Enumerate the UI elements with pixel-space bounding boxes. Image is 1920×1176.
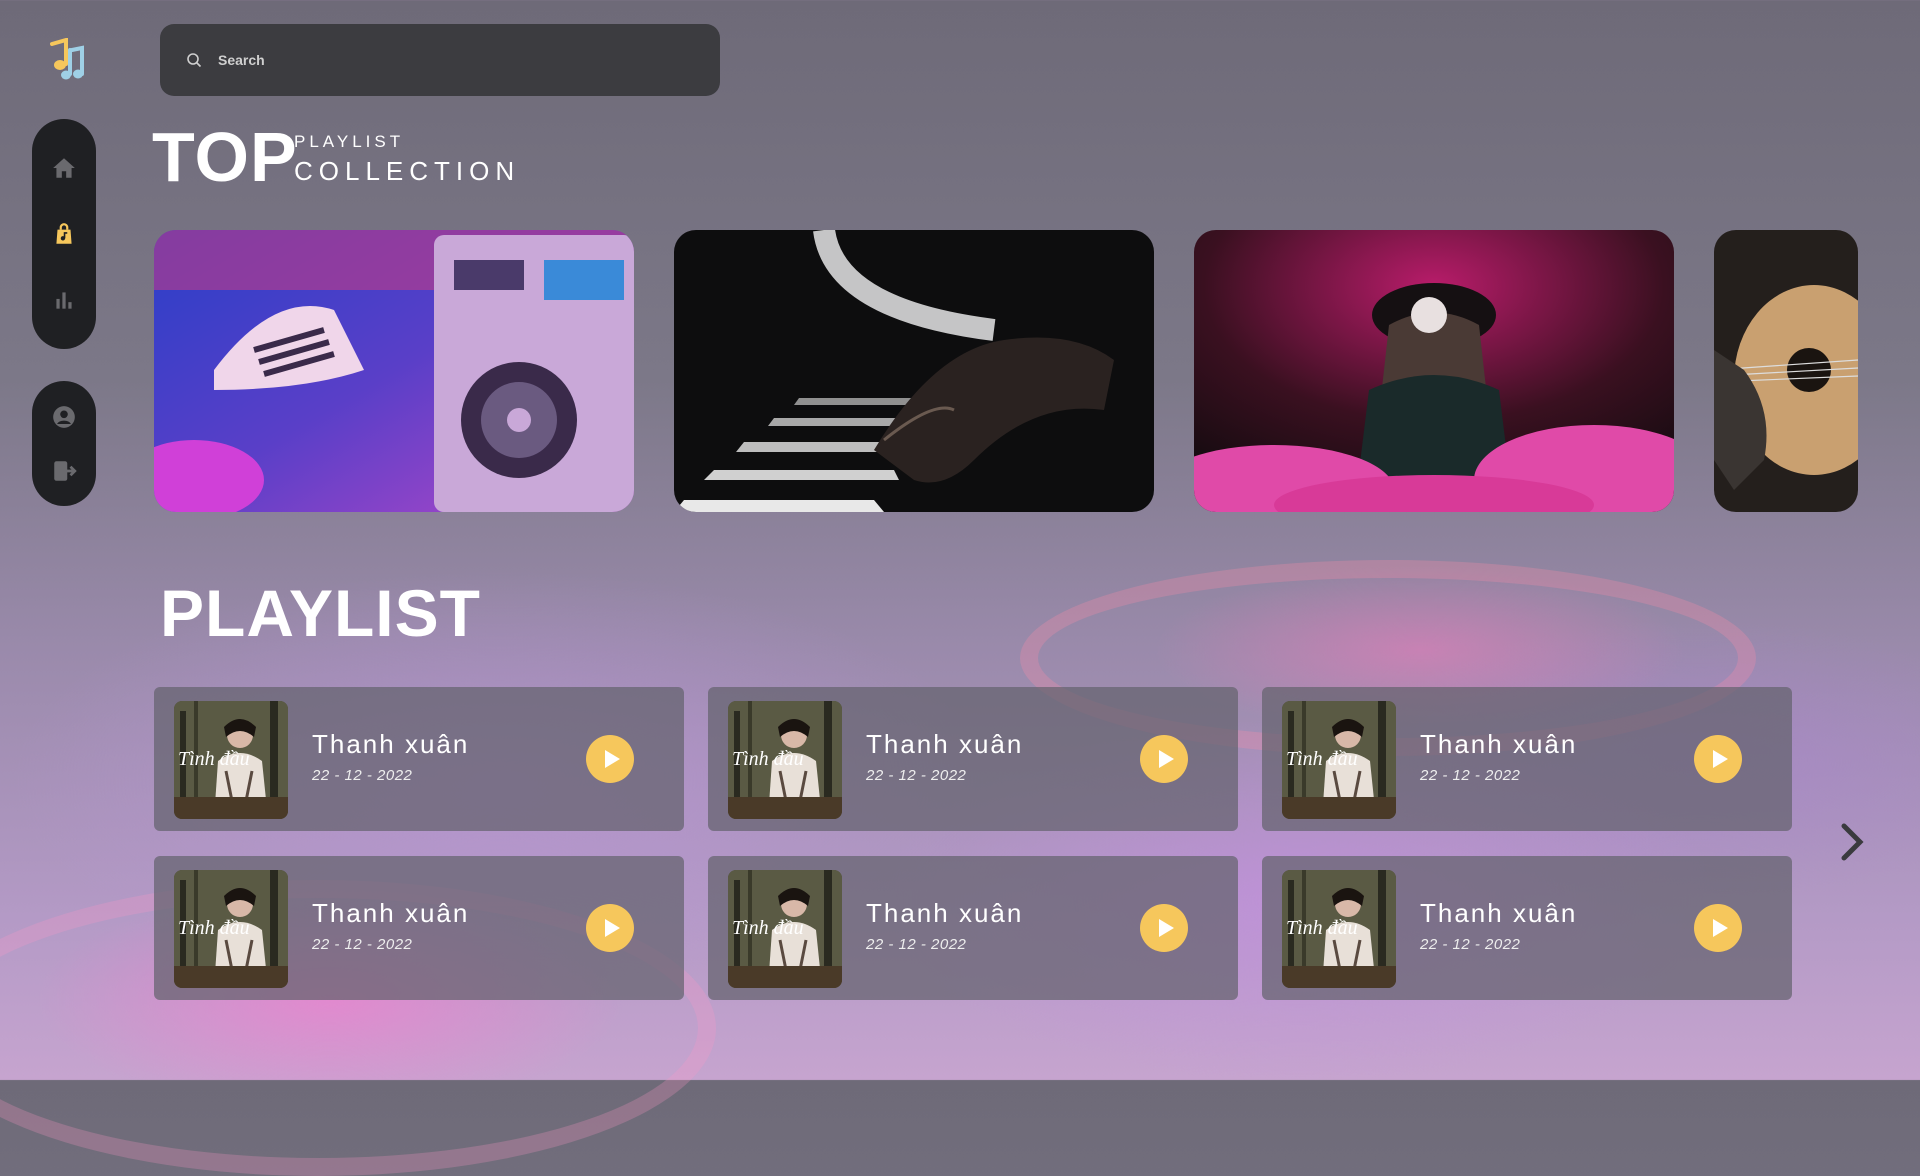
home-icon (53, 158, 75, 178)
search-icon (187, 53, 202, 68)
sneaker-boombox-image (154, 230, 634, 512)
page-title: TOP (152, 118, 298, 196)
playlist-track-card[interactable]: Tình đầu Thanh xuân 22 - 12 - 2022 (1262, 856, 1792, 1000)
play-icon (605, 919, 620, 937)
search-bar (160, 24, 720, 96)
play-button[interactable] (1694, 735, 1742, 783)
track-date: 22 - 12 - 2022 (1420, 767, 1521, 784)
cover-text: Tình đầu (1286, 917, 1358, 939)
music-bag-icon (56, 223, 72, 244)
bar-chart-icon (56, 292, 72, 309)
track-cover-image: Tình đầu (1282, 701, 1396, 819)
cover-text: Tình đầu (732, 748, 804, 770)
track-title: Thanh xuân (866, 898, 1024, 928)
play-icon (1159, 919, 1174, 937)
album-cover-icon: Tình đầu (174, 701, 288, 819)
album-cover-icon: Tình đầu (174, 870, 288, 988)
track-date: 22 - 12 - 2022 (1420, 936, 1521, 953)
sidebar-account-nav (32, 381, 96, 506)
track-cover-image: Tình đầu (728, 870, 842, 988)
nav-stats-button[interactable] (50, 286, 78, 314)
playlist-track-card[interactable]: Tình đầu Thanh xuân 22 - 12 - 2022 (708, 687, 1238, 831)
album-cover-icon: Tình đầu (728, 701, 842, 819)
album-cover-icon: Tình đầu (1282, 701, 1396, 819)
next-page-arrow-icon[interactable] (1836, 820, 1866, 864)
playlist-track-card[interactable]: Tình đầu Thanh xuân 22 - 12 - 2022 (708, 856, 1238, 1000)
search-input[interactable] (216, 51, 700, 69)
playlist-track-card[interactable]: Tình đầu Thanh xuân 22 - 12 - 2022 (1262, 687, 1792, 831)
sidebar-main-nav (32, 119, 96, 349)
nav-playlist-button[interactable] (50, 220, 78, 248)
user-icon (53, 405, 75, 428)
cover-text: Tình đầu (178, 748, 250, 770)
track-cover-image: Tình đầu (1282, 870, 1396, 988)
album-cover-icon: Tình đầu (728, 870, 842, 988)
app-logo (42, 37, 86, 82)
play-icon (1713, 919, 1728, 937)
nav-home-button[interactable] (50, 154, 78, 182)
play-icon (1713, 750, 1728, 768)
guitar-image (1714, 230, 1858, 512)
cover-text: Tình đầu (178, 917, 250, 939)
collection-card-guitar[interactable] (1714, 230, 1858, 512)
play-button[interactable] (1140, 904, 1188, 952)
playlist-track-card[interactable]: Tình đầu Thanh xuân 22 - 12 - 2022 (154, 856, 684, 1000)
play-icon (1159, 750, 1174, 768)
play-button[interactable] (1694, 904, 1742, 952)
collection-card-sneaker[interactable] (154, 230, 634, 512)
track-date: 22 - 12 - 2022 (312, 936, 413, 953)
nav-logout-button[interactable] (50, 457, 78, 485)
cover-text: Tình đầu (1286, 748, 1358, 770)
play-button[interactable] (586, 904, 634, 952)
track-title: Thanh xuân (866, 729, 1024, 759)
collection-card-hat-girl[interactable] (1194, 230, 1674, 512)
album-cover-icon: Tình đầu (1282, 870, 1396, 988)
play-button[interactable] (586, 735, 634, 783)
track-date: 22 - 12 - 2022 (312, 767, 413, 784)
track-title: Thanh xuân (312, 898, 470, 928)
page-subtitle: COLLECTION (294, 156, 521, 186)
piano-hand-image (674, 230, 1154, 512)
page-subtitle-small: PLAYLIST (294, 132, 405, 151)
track-cover-image: Tình đầu (174, 701, 288, 819)
track-cover-image: Tình đầu (174, 870, 288, 988)
track-cover-image: Tình đầu (728, 701, 842, 819)
collection-card-piano[interactable] (674, 230, 1154, 512)
track-title: Thanh xuân (312, 729, 470, 759)
play-icon (605, 750, 620, 768)
hat-girl-smoke-image (1194, 230, 1674, 512)
logout-icon (54, 460, 77, 481)
cover-text: Tình đầu (732, 917, 804, 939)
music-note-icon (50, 37, 84, 80)
track-title: Thanh xuân (1420, 898, 1578, 928)
nav-profile-button[interactable] (50, 403, 78, 431)
play-button[interactable] (1140, 735, 1188, 783)
track-title: Thanh xuân (1420, 729, 1578, 759)
playlist-heading: PLAYLIST (160, 576, 481, 650)
playlist-track-card[interactable]: Tình đầu Thanh xuân 22 - 12 - 2022 (154, 687, 684, 831)
track-date: 22 - 12 - 2022 (866, 936, 967, 953)
track-date: 22 - 12 - 2022 (866, 767, 967, 784)
